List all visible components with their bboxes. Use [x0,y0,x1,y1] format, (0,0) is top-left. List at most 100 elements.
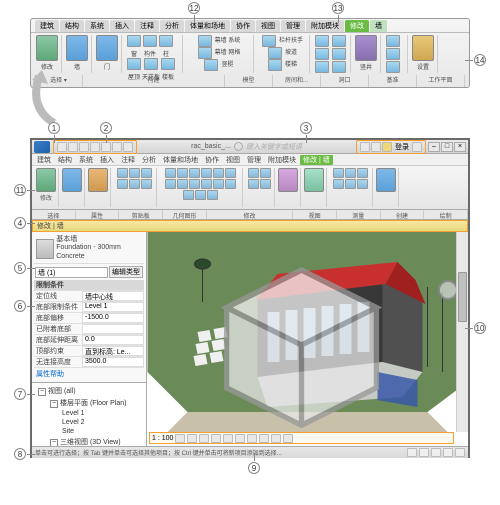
create-icon[interactable] [304,168,324,192]
datum-icon[interactable] [386,48,400,60]
tab-struct[interactable]: 结构 [60,20,84,32]
tree-floorplan[interactable]: −楼层平面 (Floor Plan) [34,397,144,409]
maximize-button[interactable]: □ [441,142,453,152]
scale-control[interactable]: 1 : 100 [152,435,173,442]
signin-button[interactable]: 登录 [393,142,411,152]
tab-modify-wall[interactable]: 修改 | 墙 [300,155,333,165]
join-icon[interactable] [117,179,128,189]
model-tool-icon[interactable] [315,61,329,73]
view-icon[interactable] [248,168,259,178]
tab-struct[interactable]: 结构 [55,155,75,165]
collapse-icon[interactable]: − [38,388,46,396]
prop-value[interactable]: 墙中心线 [82,291,144,301]
poly-icon[interactable] [357,168,368,178]
model-tool-icon[interactable] [315,48,329,60]
tab-insert[interactable]: 插入 [97,155,117,165]
exchange-icon[interactable] [371,142,381,152]
view-icon[interactable] [248,179,259,189]
component-icon[interactable] [143,35,157,47]
collapse-icon[interactable]: − [50,439,58,446]
rendering-icon[interactable] [223,434,233,443]
tree-fp-item[interactable]: Site [34,427,144,436]
properties-help-link[interactable]: 属性帮助 [34,368,144,380]
subscription-icon[interactable] [360,142,370,152]
vertical-scrollbar[interactable] [456,232,468,432]
wall-icon[interactable] [66,35,88,61]
properties-icon[interactable] [62,168,82,192]
search-hint[interactable]: 键入关键字或短语 [246,142,302,152]
curtain-system-icon[interactable] [198,35,212,47]
door-icon[interactable] [96,35,118,61]
scroll-thumb[interactable] [458,272,467,322]
measure-icon[interactable] [278,168,298,192]
help-icon[interactable] [412,142,422,152]
tree-fp-item[interactable]: Level 2 [34,418,144,427]
tab-manage[interactable]: 管理 [244,155,264,165]
minimize-button[interactable]: – [428,142,440,152]
tab-analyze[interactable]: 分析 [139,155,159,165]
search-icon[interactable] [234,142,243,151]
model-tool-icon[interactable] [332,35,346,47]
tab-mass[interactable]: 体量和场地 [160,155,201,165]
cope-icon[interactable] [129,179,140,189]
lock-3d-icon[interactable] [259,434,269,443]
edit-icon[interactable] [207,190,218,200]
mullion-icon[interactable] [204,59,218,71]
navigation-wheel[interactable] [438,280,458,300]
viewcube[interactable] [147,238,462,446]
detail-level-icon[interactable] [175,434,185,443]
shaft-icon[interactable] [355,35,377,61]
tab-manage[interactable]: 管理 [281,20,305,32]
rotate-icon[interactable] [213,168,224,178]
ceiling-icon[interactable] [144,58,158,70]
element-filter[interactable]: 墙 (1) [35,267,108,278]
curtain-grid-icon[interactable] [198,47,212,59]
circle-icon[interactable] [333,179,344,189]
tab-massing[interactable]: 体量和场地 [185,20,230,32]
datum-icon[interactable] [386,35,400,47]
visual-style-icon[interactable] [187,434,197,443]
delete-icon[interactable] [183,190,194,200]
line-icon[interactable] [333,168,344,178]
reveal-icon[interactable] [283,434,293,443]
qat-redo-icon[interactable] [90,142,100,152]
tab-sys[interactable]: 系统 [76,155,96,165]
tab-modify[interactable]: 修改 [345,20,369,32]
type-selector[interactable]: 基本墙Foundation - 300mm Concrete [34,234,144,264]
match-icon[interactable] [141,168,152,178]
qat-measure-icon[interactable] [112,142,122,152]
tab-collab[interactable]: 协作 [231,20,255,32]
model-tool-icon[interactable] [332,48,346,60]
app-logo-icon[interactable] [34,141,50,153]
array-icon[interactable] [189,179,200,189]
tree-fp-item[interactable]: Level 1 [34,409,144,418]
tab-arch[interactable]: 建筑 [35,20,59,32]
close-button[interactable]: × [454,142,466,152]
roof-icon[interactable] [127,58,141,70]
qat-open-icon[interactable] [57,142,67,152]
copy-icon[interactable] [129,168,140,178]
select-links-icon[interactable] [431,448,441,457]
datum-icon[interactable] [386,61,400,73]
tab-view[interactable]: 视图 [223,155,243,165]
edit-type-button[interactable]: 编辑类型 [109,266,143,278]
tab-arch[interactable]: 建筑 [34,155,54,165]
filter-icon[interactable] [455,448,465,457]
split-icon[interactable] [141,179,152,189]
temp-hide-icon[interactable] [271,434,281,443]
modify-tool-icon[interactable] [36,35,58,61]
stair-icon[interactable] [268,59,282,71]
collapse-icon[interactable]: − [50,400,58,408]
design-options-icon[interactable] [419,448,429,457]
prop-value[interactable]: -1500.0 [82,313,144,323]
prop-value[interactable]: 直到标高: Le... [82,346,144,356]
prop-value[interactable] [82,324,144,334]
group-icon[interactable] [195,190,206,200]
offset-icon[interactable] [189,168,200,178]
window-icon[interactable] [127,35,141,47]
drawing-area[interactable]: 1 : 100 [147,232,468,446]
set-icon[interactable] [412,35,434,61]
pin-icon[interactable] [213,179,224,189]
view-icon[interactable] [260,168,271,178]
mirror-icon[interactable] [201,168,212,178]
